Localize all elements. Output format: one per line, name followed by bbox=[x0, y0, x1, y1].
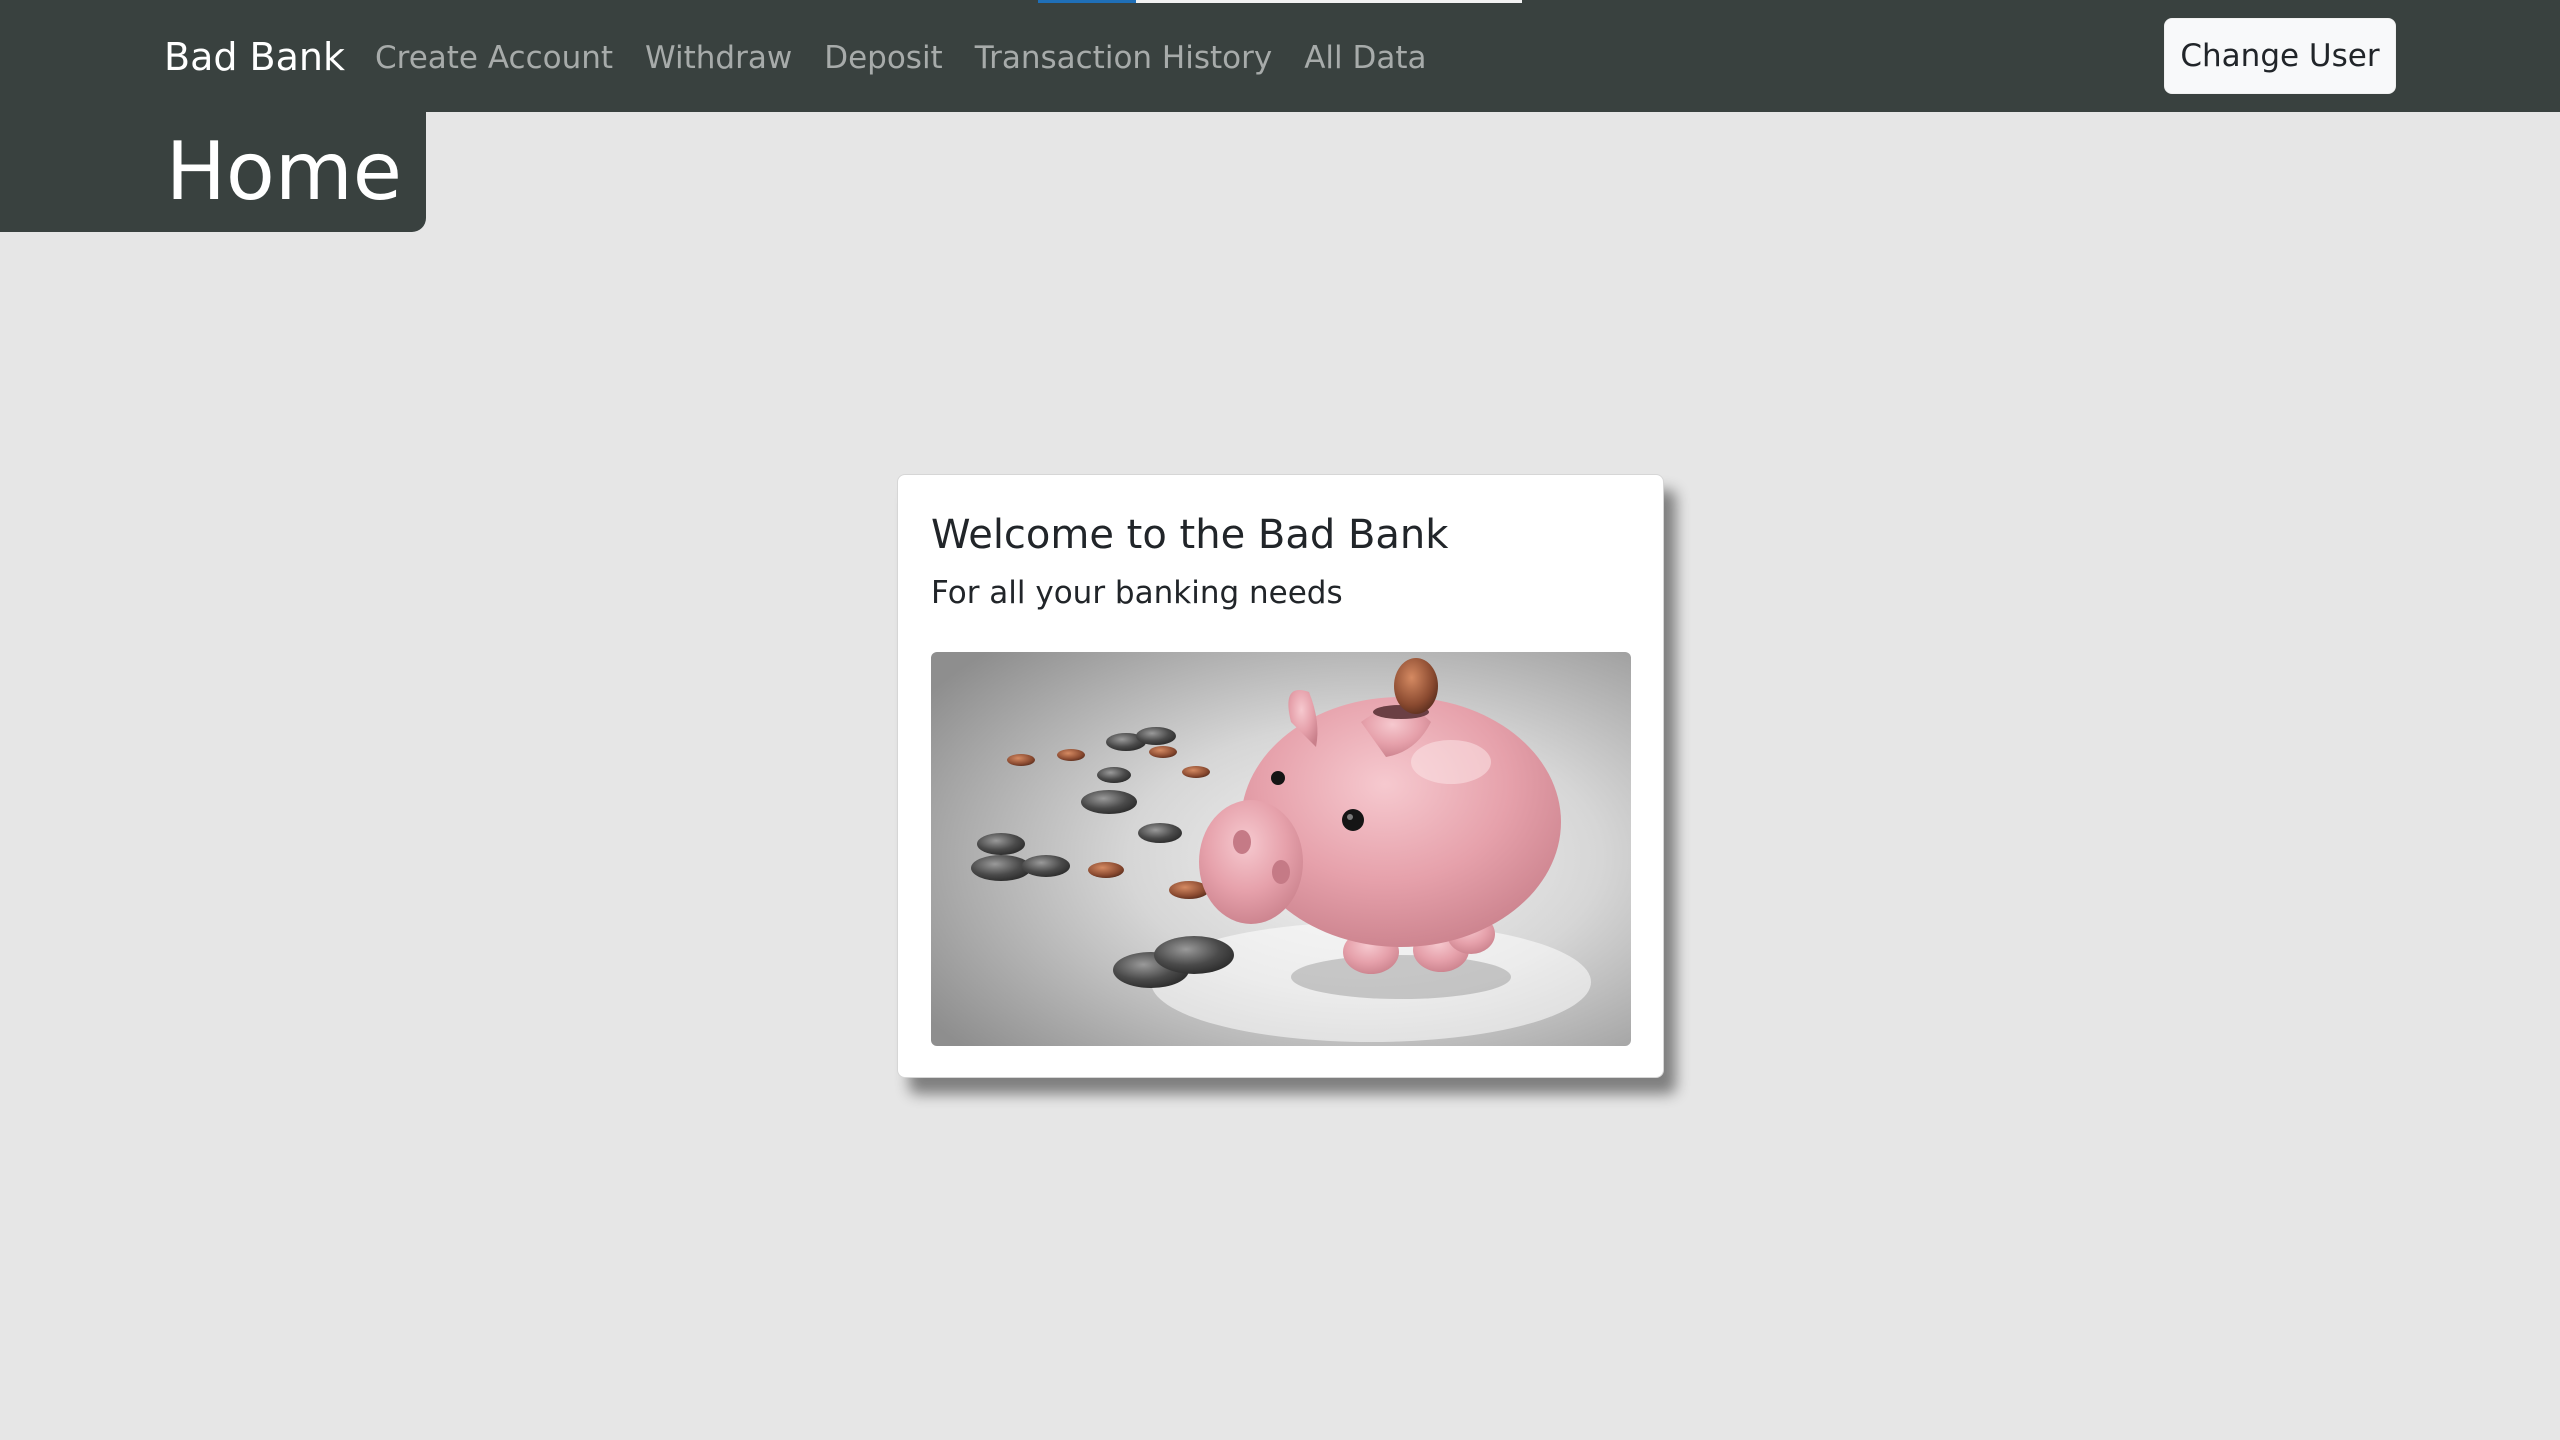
piggy-bank-image bbox=[931, 652, 1631, 1046]
nav-link-withdraw[interactable]: Withdraw bbox=[629, 34, 808, 82]
nav-link-all-data[interactable]: All Data bbox=[1288, 34, 1442, 82]
page-title-tab: Home bbox=[0, 112, 426, 232]
nav-link-create-account[interactable]: Create Account bbox=[360, 34, 629, 82]
nav-link-deposit[interactable]: Deposit bbox=[808, 34, 959, 82]
card-title: Welcome to the Bad Bank bbox=[931, 512, 1449, 558]
change-user-button[interactable]: Change User bbox=[2164, 18, 2396, 94]
nav-links: Create Account Withdraw Deposit Transact… bbox=[360, 34, 1443, 82]
nav-link-transaction-history[interactable]: Transaction History bbox=[959, 34, 1288, 82]
navbar: Bad Bank Create Account Withdraw Deposit… bbox=[0, 0, 2560, 112]
loading-bar-fill bbox=[1038, 0, 1136, 3]
page-title: Home bbox=[165, 125, 402, 218]
brand-link[interactable]: Bad Bank bbox=[164, 32, 345, 82]
welcome-card: Welcome to the Bad Bank For all your ban… bbox=[897, 474, 1664, 1078]
card-subtitle: For all your banking needs bbox=[931, 575, 1343, 611]
loading-bar-track bbox=[1136, 0, 1522, 3]
